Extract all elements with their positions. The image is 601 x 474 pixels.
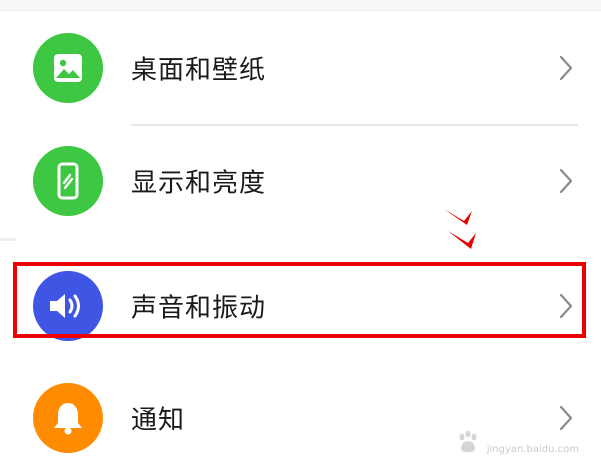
image-icon [54, 54, 82, 82]
setting-label-sound: 声音和振动 [131, 293, 267, 324]
chevron-right-icon [559, 55, 573, 81]
setting-label-wallpaper: 桌面和壁纸 [131, 55, 267, 86]
setting-row-display[interactable]: 显示和亮度 [0, 125, 601, 237]
watermark-text: jingyan.baidu.com [486, 444, 579, 455]
left-edge-mark [0, 238, 16, 241]
phone-icon [57, 162, 79, 200]
pointer-arrow-icon [444, 209, 476, 249]
sound-icon-badge [33, 271, 103, 341]
notification-icon-badge [33, 383, 103, 453]
setting-row-wallpaper[interactable]: 桌面和壁纸 [0, 12, 601, 124]
setting-row-notifications[interactable]: 通知 [0, 362, 601, 474]
speaker-icon [50, 294, 80, 318]
chevron-right-icon [559, 168, 573, 194]
top-edge [0, 0, 601, 11]
chevron-right-icon [559, 293, 573, 319]
setting-label-notifications: 通知 [131, 405, 186, 436]
bell-icon [54, 403, 82, 435]
setting-row-sound[interactable]: 声音和振动 [0, 250, 601, 362]
display-icon-badge [33, 146, 103, 216]
setting-label-display: 显示和亮度 [131, 168, 267, 199]
watermark: jingyan.baidu.com [455, 429, 579, 455]
wallpaper-icon-badge [33, 33, 103, 103]
paw-logo-icon [459, 430, 477, 452]
chevron-right-icon [559, 405, 573, 431]
